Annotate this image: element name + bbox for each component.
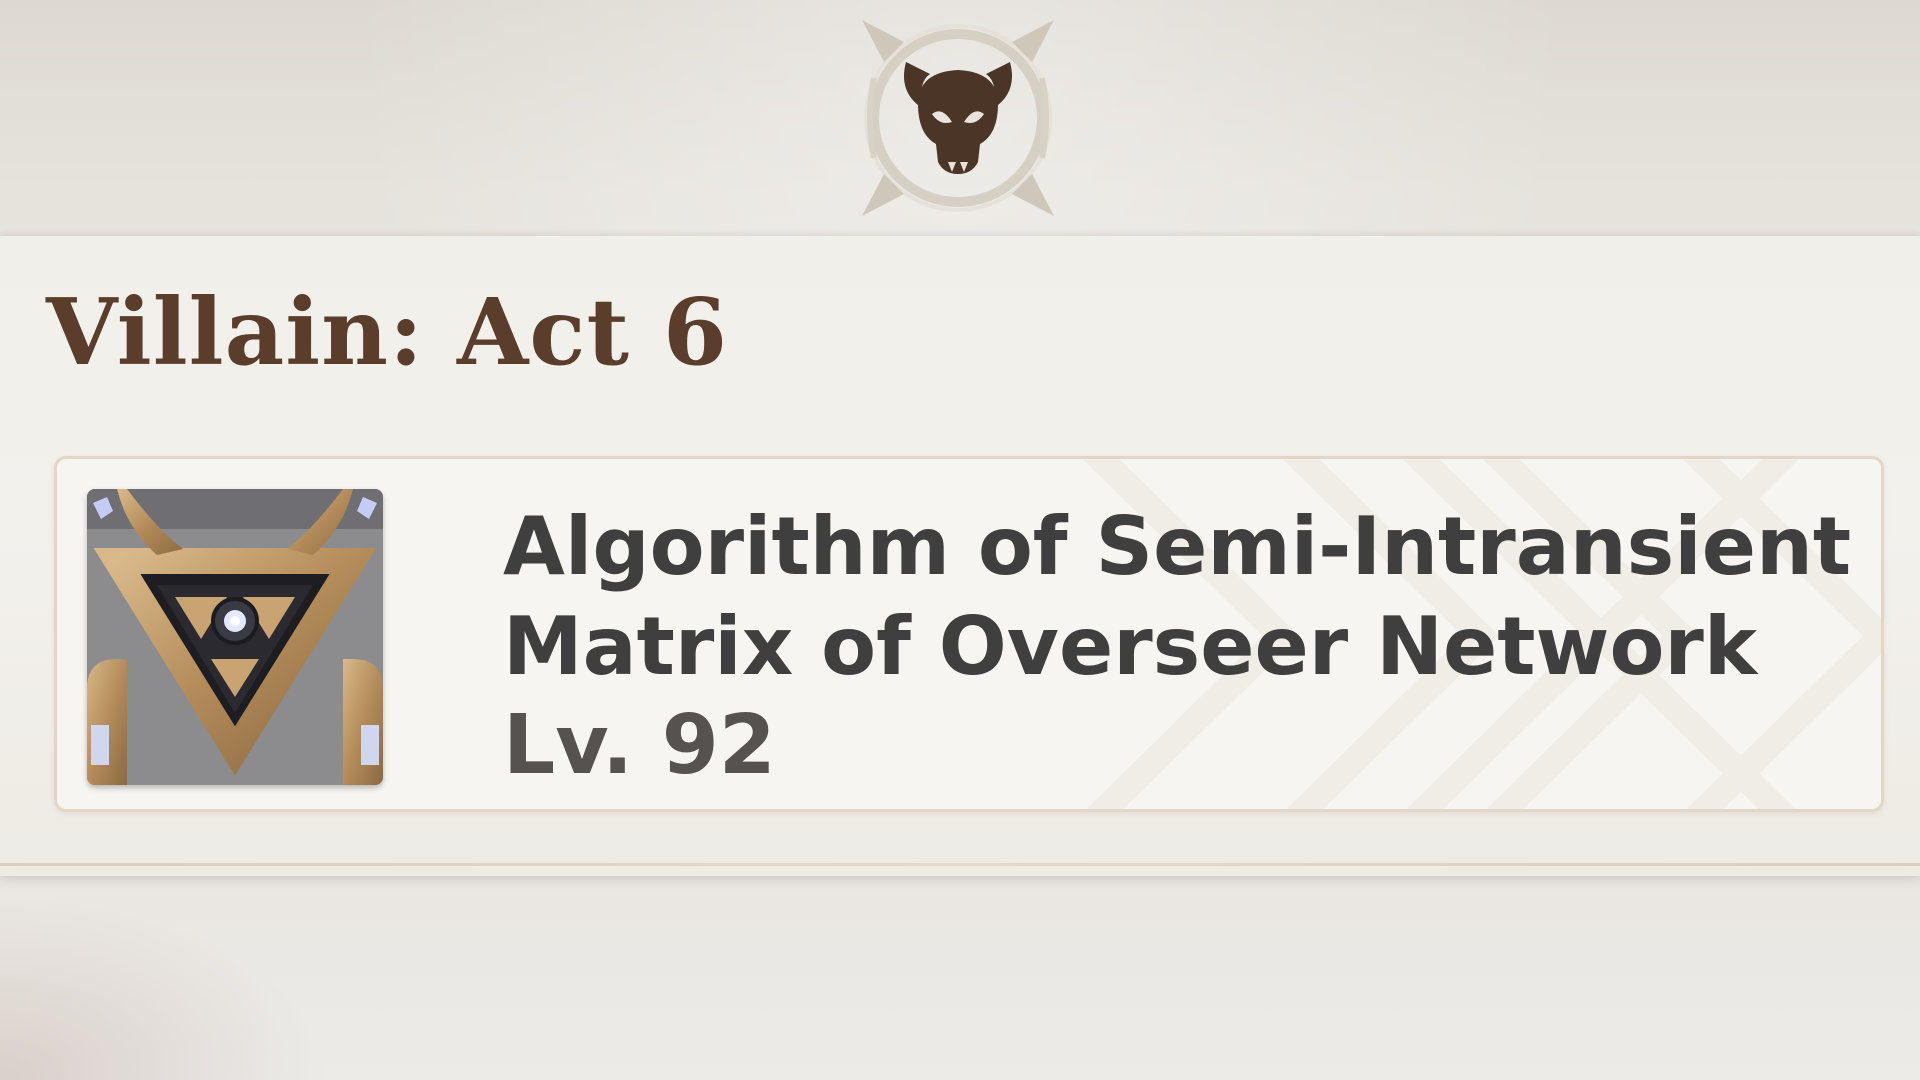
villain-skull-icon [852, 12, 1064, 224]
enemy-name-line-1: Algorithm of Semi-Intransient [503, 500, 1852, 593]
enemy-portrait [87, 489, 383, 785]
enemy-level: Lv. 92 [503, 698, 776, 793]
villain-banner: Villain: Act 6 Algorithm of Semi-Intrans… [0, 236, 1920, 876]
enemy-card[interactable]: Algorithm of Semi-Intransient Matrix of … [54, 456, 1884, 812]
banner-divider [0, 863, 1920, 866]
enemy-name: Algorithm of Semi-Intransient Matrix of … [503, 497, 1852, 697]
enemy-name-line-2: Matrix of Overseer Network [503, 600, 1758, 693]
banner-title: Villain: Act 6 [46, 278, 728, 386]
